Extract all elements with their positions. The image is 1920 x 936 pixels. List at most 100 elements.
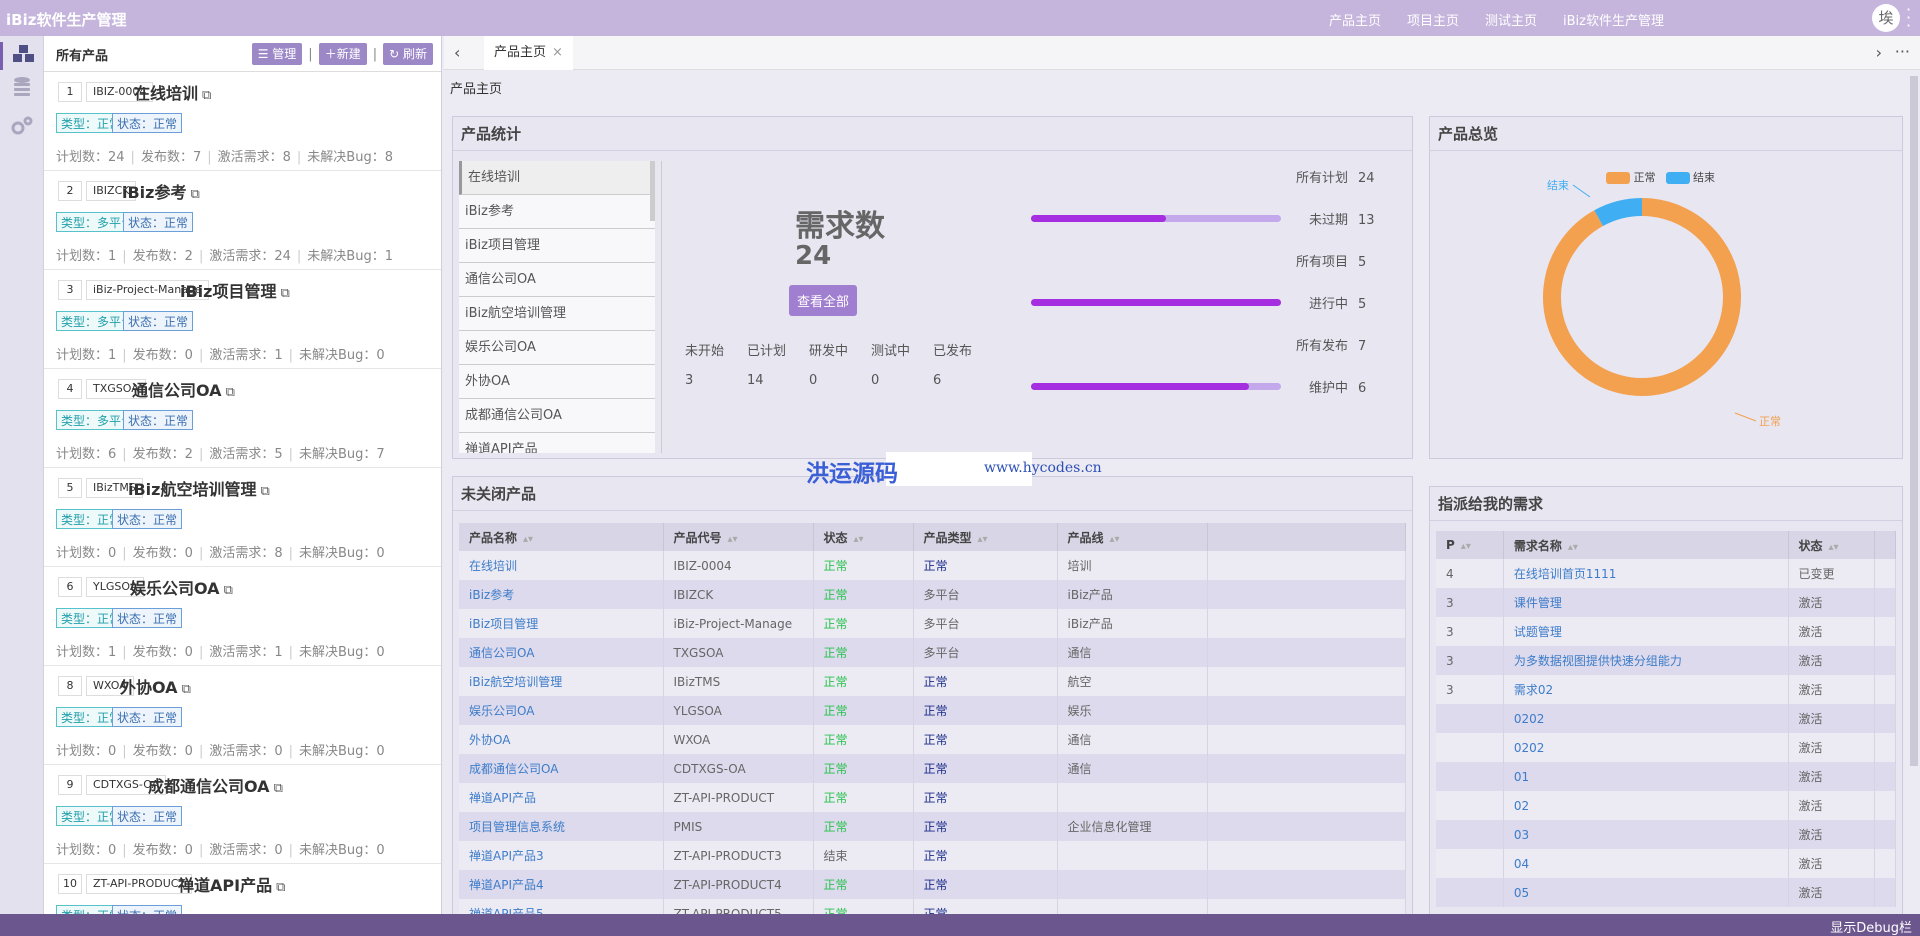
column-header[interactable]: 状态 ▴▾	[1788, 531, 1875, 559]
product-card[interactable]: 8WXOA外协OA⧉类型：正常状态：正常计划数：0发布数：0激活需求：0未解决B…	[44, 666, 441, 765]
table-cell[interactable]: 课件管理	[1503, 588, 1789, 617]
view-all-button[interactable]: 查看全部	[789, 285, 858, 316]
product-card[interactable]: 4TXGSOA通信公司OA⧉类型：多平台状态：正常计划数：6发布数：2激活需求：…	[44, 369, 441, 468]
table-cell[interactable]: 在线培训	[459, 551, 664, 580]
external-link-icon[interactable]: ⧉	[260, 484, 269, 499]
table-row[interactable]: 禅道API产品 ZT-API-PRODUCT 正常 正常	[459, 783, 1406, 812]
product-card[interactable]: 1IBIZ-0004在线培训⧉类型：正常状态：正常计划数：24发布数：7激活需求…	[44, 72, 441, 171]
nav-project-home[interactable]: 项目主页	[1407, 10, 1459, 29]
sort-icon[interactable]: ▴▾	[978, 534, 988, 545]
stats-list-item[interactable]: 禅道API产品	[459, 433, 655, 453]
table-row[interactable]: 禅道API产品4 ZT-API-PRODUCT4 正常 正常	[459, 870, 1406, 899]
product-name[interactable]: 禅道API产品 ⧉	[178, 872, 285, 896]
table-row[interactable]: 3 课件管理 激活	[1436, 588, 1896, 617]
tab-left-arrow-icon[interactable]: ‹	[454, 43, 460, 62]
more-vertical-icon[interactable]: · · ·	[1906, 2, 1914, 34]
table-cell[interactable]: 在线培训首页1111	[1503, 559, 1789, 588]
product-name[interactable]: iBiz项目管理 ⧉	[180, 278, 290, 302]
column-header[interactable]: 产品代号 ▴▾	[663, 523, 814, 551]
table-cell[interactable]: 项目管理信息系统	[459, 812, 664, 841]
product-card[interactable]: 2IBIZCKiBiz参考⧉类型：多平台状态：正常计划数：1发布数：2激活需求：…	[44, 171, 441, 270]
table-cell[interactable]: 03	[1503, 820, 1789, 849]
table-row[interactable]: 项目管理信息系统 PMIS 正常 正常 企业信息化管理	[459, 812, 1406, 841]
table-row[interactable]: 03 激活	[1436, 820, 1896, 849]
product-card[interactable]: 6YLGSOA娱乐公司OA⧉类型：正常状态：正常计划数：1发布数：0激活需求：1…	[44, 567, 441, 666]
cubes-icon[interactable]	[0, 42, 44, 70]
product-card[interactable]: 10ZT-API-PRODUCT禅道API产品⧉类型：正常状态：正常	[44, 864, 441, 914]
column-header[interactable]: 产品线 ▴▾	[1057, 523, 1208, 551]
table-row[interactable]: 4 在线培训首页1111 已变更	[1436, 559, 1896, 588]
stats-list-item[interactable]: 通信公司OA	[459, 263, 655, 297]
table-row[interactable]: 成都通信公司OA CDTXGS-OA 正常 正常 通信	[459, 754, 1406, 783]
avatar[interactable]: 埃	[1872, 4, 1900, 32]
external-link-icon[interactable]: ⧉	[276, 880, 285, 895]
table-row[interactable]: 0202 激活	[1436, 704, 1896, 733]
stats-list-item[interactable]: 娱乐公司OA	[459, 331, 655, 365]
external-link-icon[interactable]: ⧉	[274, 781, 283, 796]
table-cell[interactable]: iBiz参考	[459, 580, 664, 609]
sort-icon[interactable]: ▴▾	[1568, 542, 1578, 553]
table-row[interactable]: 04 激活	[1436, 849, 1896, 878]
table-row[interactable]: 在线培训 IBIZ-0004 正常 正常 培训	[459, 551, 1406, 580]
table-row[interactable]: 02 激活	[1436, 791, 1896, 820]
manage-button[interactable]: ☰ 管理	[251, 43, 303, 65]
table-cell[interactable]: 为多数据视图提供快速分组能力	[1503, 646, 1789, 675]
product-name[interactable]: 在线培训 ⧉	[134, 80, 211, 104]
table-cell[interactable]: 成都通信公司OA	[459, 754, 664, 783]
table-cell[interactable]: 通信公司OA	[459, 638, 664, 667]
external-link-icon[interactable]: ⧉	[280, 286, 289, 301]
sort-icon[interactable]: ▴▾	[1110, 534, 1120, 545]
sort-icon[interactable]: ▴▾	[854, 534, 864, 545]
external-link-icon[interactable]: ⧉	[202, 88, 211, 103]
product-name[interactable]: 外协OA ⧉	[120, 674, 191, 698]
table-row[interactable]: 05 激活	[1436, 878, 1896, 907]
table-cell[interactable]: 试题管理	[1503, 617, 1789, 646]
table-row[interactable]: iBiz项目管理 iBiz-Project-Manage 正常 多平台 iBiz产品	[459, 609, 1406, 638]
external-link-icon[interactable]: ⧉	[182, 682, 191, 697]
table-row[interactable]: 0202 激活	[1436, 733, 1896, 762]
sort-icon[interactable]: ▴▾	[523, 534, 533, 545]
table-cell[interactable]: iBiz航空培训管理	[459, 667, 664, 696]
table-cell[interactable]: 02	[1503, 791, 1789, 820]
table-cell[interactable]: 禅道API产品	[459, 783, 664, 812]
external-link-icon[interactable]: ⧉	[224, 583, 233, 598]
table-row[interactable]: 3 为多数据视图提供快速分组能力 激活	[1436, 646, 1896, 675]
database-icon[interactable]	[8, 76, 36, 104]
table-row[interactable]: iBiz航空培训管理 IBizTMS 正常 正常 航空	[459, 667, 1406, 696]
nav-product-home[interactable]: 产品主页	[1329, 10, 1381, 29]
nav-app-home[interactable]: iBiz软件生产管理	[1563, 10, 1664, 29]
table-cell[interactable]: 04	[1503, 849, 1789, 878]
sort-icon[interactable]: ▴▾	[728, 534, 738, 545]
table-cell[interactable]: 需求02	[1503, 675, 1789, 704]
close-icon[interactable]: ×	[552, 45, 563, 60]
table-row[interactable]: 通信公司OA TXGSOA 正常 多平台 通信	[459, 638, 1406, 667]
gears-icon[interactable]	[8, 114, 36, 142]
product-name[interactable]: iBiz参考 ⧉	[122, 179, 200, 203]
column-header[interactable]: 产品名称 ▴▾	[459, 523, 664, 551]
stats-list-item[interactable]: 外协OA	[459, 365, 655, 399]
table-cell[interactable]: 0202	[1503, 733, 1789, 762]
table-row[interactable]: 3 需求02 激活	[1436, 675, 1896, 704]
table-cell[interactable]: 禅道API产品4	[459, 870, 664, 899]
product-name[interactable]: 通信公司OA ⧉	[132, 377, 235, 401]
stats-list-scrollbar[interactable]	[650, 161, 655, 221]
table-row[interactable]: 娱乐公司OA YLGSOA 正常 正常 娱乐	[459, 696, 1406, 725]
product-card[interactable]: 3 iBiz-Project-Manage iBiz项目管理 ⧉ 类型：多平台 状态：正常…	[44, 270, 441, 369]
refresh-button[interactable]: ↻ 刷新	[383, 43, 433, 65]
product-name[interactable]: 成都通信公司OA ⧉	[148, 773, 283, 797]
stats-list-item[interactable]: 在线培训	[459, 161, 655, 195]
external-link-icon[interactable]: ⧉	[226, 385, 235, 400]
table-cell[interactable]: 外协OA	[459, 725, 664, 754]
table-cell[interactable]: 05	[1503, 878, 1789, 907]
tab-product-home[interactable]: 产品主页 ×	[484, 36, 573, 70]
product-name[interactable]: iBiz航空培训管理 ⧉	[128, 476, 270, 500]
stats-list-item[interactable]: iBiz航空培训管理	[459, 297, 655, 331]
product-card[interactable]: 5IBizTMSiBiz航空培训管理⧉类型：正常状态：正常计划数：0发布数：0激…	[44, 468, 441, 567]
column-header[interactable]: 产品类型 ▴▾	[913, 523, 1058, 551]
column-header[interactable]: 状态 ▴▾	[813, 523, 914, 551]
column-header[interactable]: 需求名称 ▴▾	[1503, 531, 1789, 559]
main-scrollbar[interactable]	[1910, 76, 1918, 766]
table-row[interactable]: 外协OA WXOA 正常 正常 通信	[459, 725, 1406, 754]
table-cell[interactable]: 娱乐公司OA	[459, 696, 664, 725]
nav-test-home[interactable]: 测试主页	[1485, 10, 1537, 29]
